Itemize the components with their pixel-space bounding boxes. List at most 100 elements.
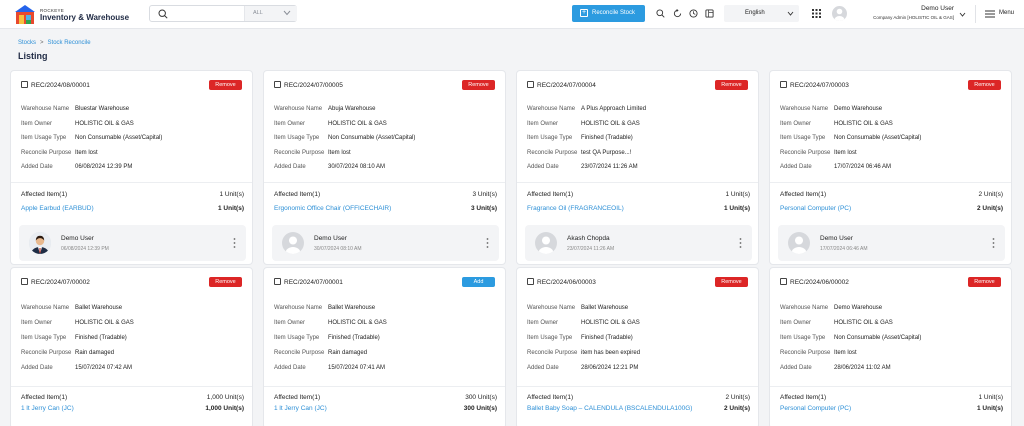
chevron-down-icon — [283, 10, 291, 16]
document-icon — [780, 81, 787, 88]
field-label: Item Owner — [274, 121, 306, 127]
more-options-icon[interactable] — [486, 237, 489, 249]
card-field-purpose: Reconcile Purpose Item lost — [780, 150, 857, 156]
reconcile-stock-button[interactable]: + Reconcile Stock — [572, 5, 645, 22]
item-link[interactable]: Apple Earbud (EARBUD) — [21, 205, 94, 212]
field-value: 23/07/2024 11:26 AM — [581, 164, 638, 170]
field-label: Added Date — [527, 365, 559, 371]
remove-badge[interactable]: Remove — [715, 277, 748, 287]
card-field-added: Added Date 28/06/2024 11:02 AM — [780, 365, 891, 371]
remove-badge[interactable]: Remove — [462, 80, 495, 90]
search-icon[interactable] — [158, 9, 168, 19]
card-reference[interactable]: REC/2024/06/00003 — [527, 278, 596, 286]
breadcrumb-item-stocks[interactable]: Stocks — [18, 40, 36, 46]
report-icon[interactable] — [705, 9, 714, 18]
field-value: 30/07/2024 08:10 AM — [328, 164, 386, 170]
card-field-usage: Item Usage Type Non Consumable (Asset/Cap… — [21, 135, 162, 141]
card-field-usage: Item Usage Type Finished (Tradable) — [527, 335, 633, 341]
more-options-icon[interactable] — [739, 237, 742, 249]
card-footer-user: Demo User 30/07/2024 08:10 AM — [272, 225, 499, 261]
field-value: HOLISTIC OIL & GAS — [581, 320, 640, 326]
item-link[interactable]: Ballet Baby Soap – CALENDULA (BSCALENDUL… — [527, 405, 692, 412]
affected-count: Affected Item(1) — [527, 394, 574, 401]
field-label: Added Date — [274, 365, 306, 371]
card-reference-text: REC/2024/07/00003 — [790, 82, 849, 89]
card-field-added: Added Date 28/06/2024 12:21 PM — [527, 365, 638, 371]
user-name[interactable]: Demo User — [850, 5, 954, 12]
document-icon — [780, 278, 787, 285]
add-badge[interactable]: Add — [462, 277, 495, 287]
card-reference[interactable]: REC/2024/07/00003 — [780, 81, 849, 89]
reconcile-card[interactable]: REC/2024/07/00005 Remove Warehouse Name Abu… — [263, 70, 506, 265]
item-link[interactable]: Fragrance Oil (FRAGRANCEOIL) — [527, 205, 624, 212]
field-label: Reconcile Purpose — [527, 350, 578, 356]
affected-count: Affected Item(1) — [21, 191, 68, 198]
chevron-down-icon[interactable] — [959, 12, 966, 17]
field-value: A Plus Approach Limited — [581, 106, 647, 112]
search-scope-select[interactable]: ALL — [244, 6, 297, 21]
reconcile-card[interactable]: REC/2024/07/00002 Remove Warehouse Name Bal… — [10, 267, 253, 426]
field-label: Item Owner — [780, 121, 812, 127]
card-reference[interactable]: REC/2024/06/00002 — [780, 278, 849, 286]
item-link[interactable]: 1 lt Jerry Can (JC) — [21, 405, 74, 412]
menu-button[interactable]: Menu — [999, 10, 1014, 16]
affected-items-summary: Affected Item(1) 2 Unit(s) — [527, 394, 750, 401]
item-units: 1 Unit(s) — [724, 205, 750, 212]
more-options-icon[interactable] — [233, 237, 236, 249]
affected-count: Affected Item(1) — [21, 394, 68, 401]
item-link[interactable]: Personal Computer (PC) — [780, 205, 851, 212]
language-select[interactable]: English — [724, 5, 799, 22]
card-reference[interactable]: REC/2024/07/00005 — [274, 81, 343, 89]
warehouse-logo-icon[interactable] — [14, 4, 36, 25]
field-value: HOLISTIC OIL & GAS — [75, 320, 134, 326]
field-value: 28/06/2024 12:21 PM — [581, 365, 639, 371]
remove-badge[interactable]: Remove — [968, 80, 1001, 90]
card-reference-text: REC/2024/06/00002 — [790, 279, 849, 286]
remove-badge[interactable]: Remove — [968, 277, 1001, 287]
avatar — [788, 232, 810, 254]
field-value: HOLISTIC OIL & GAS — [834, 121, 893, 127]
reconcile-card[interactable]: REC/2024/06/00003 Remove Warehouse Name Bal… — [516, 267, 759, 426]
affected-units: 2 Unit(s) — [725, 394, 750, 401]
reconcile-card[interactable]: REC/2024/08/00001 Remove Warehouse Name Blu… — [10, 70, 253, 265]
item-link[interactable]: Personal Computer (PC) — [780, 405, 851, 412]
breadcrumb-item-stock-reconcile[interactable]: Stock Reconcile — [48, 40, 91, 46]
reconcile-card[interactable]: REC/2024/06/00002 Remove Warehouse Name Dem… — [769, 267, 1012, 426]
creator-date: 17/07/2024 06:46 AM — [820, 246, 868, 252]
hamburger-menu-icon[interactable] — [985, 10, 995, 18]
history-icon[interactable] — [689, 9, 698, 18]
remove-badge[interactable]: Remove — [715, 80, 748, 90]
field-value: Finished (Tradable) — [328, 335, 380, 341]
reconcile-card[interactable]: REC/2024/07/00003 Remove Warehouse Name Dem… — [769, 70, 1012, 265]
item-link[interactable]: Ergonomic Office Chair (OFFICECHAIR) — [274, 205, 391, 212]
card-reference[interactable]: REC/2024/07/00004 — [527, 81, 596, 89]
search-input[interactable] — [172, 7, 242, 20]
apps-grid-icon[interactable] — [812, 9, 821, 18]
field-value: 15/07/2024 07:42 AM — [75, 365, 133, 371]
search-icon[interactable] — [656, 9, 665, 18]
card-field-owner: Item Owner HOLISTIC OIL & GAS — [527, 320, 640, 326]
field-value: Demo Warehouse — [834, 305, 883, 311]
refresh-icon[interactable] — [673, 9, 682, 18]
card-field-purpose: Reconcile Purpose test QA Purpose...! — [527, 150, 631, 156]
card-field-owner: Item Owner HOLISTIC OIL & GAS — [527, 121, 640, 127]
field-value: Non Consumable (Asset/Capital) — [75, 135, 163, 141]
card-reference[interactable]: REC/2024/07/00001 — [274, 278, 343, 286]
remove-badge[interactable]: Remove — [209, 277, 242, 287]
divider — [264, 182, 505, 183]
divider — [975, 5, 976, 23]
reconcile-card[interactable]: REC/2024/07/00004 Remove Warehouse Name A P… — [516, 70, 759, 265]
brand-name[interactable]: Inventory & Warehouse — [40, 13, 129, 22]
reconcile-card[interactable]: REC/2024/07/00001 Add Warehouse Name Ballet… — [263, 267, 506, 426]
affected-items-summary: Affected Item(1) 2 Unit(s) — [780, 191, 1003, 198]
field-value: Abuja Warehouse — [328, 106, 376, 112]
more-options-icon[interactable] — [992, 237, 995, 249]
field-label: Warehouse Name — [780, 305, 829, 311]
item-link[interactable]: 1 lt Jerry Can (JC) — [274, 405, 327, 412]
remove-badge[interactable]: Remove — [209, 80, 242, 90]
field-label: Item Usage Type — [780, 335, 826, 341]
card-reference[interactable]: REC/2024/07/00002 — [21, 278, 90, 286]
user-avatar[interactable] — [832, 6, 847, 21]
card-reference[interactable]: REC/2024/08/00001 — [21, 81, 90, 89]
field-label: Reconcile Purpose — [527, 150, 578, 156]
